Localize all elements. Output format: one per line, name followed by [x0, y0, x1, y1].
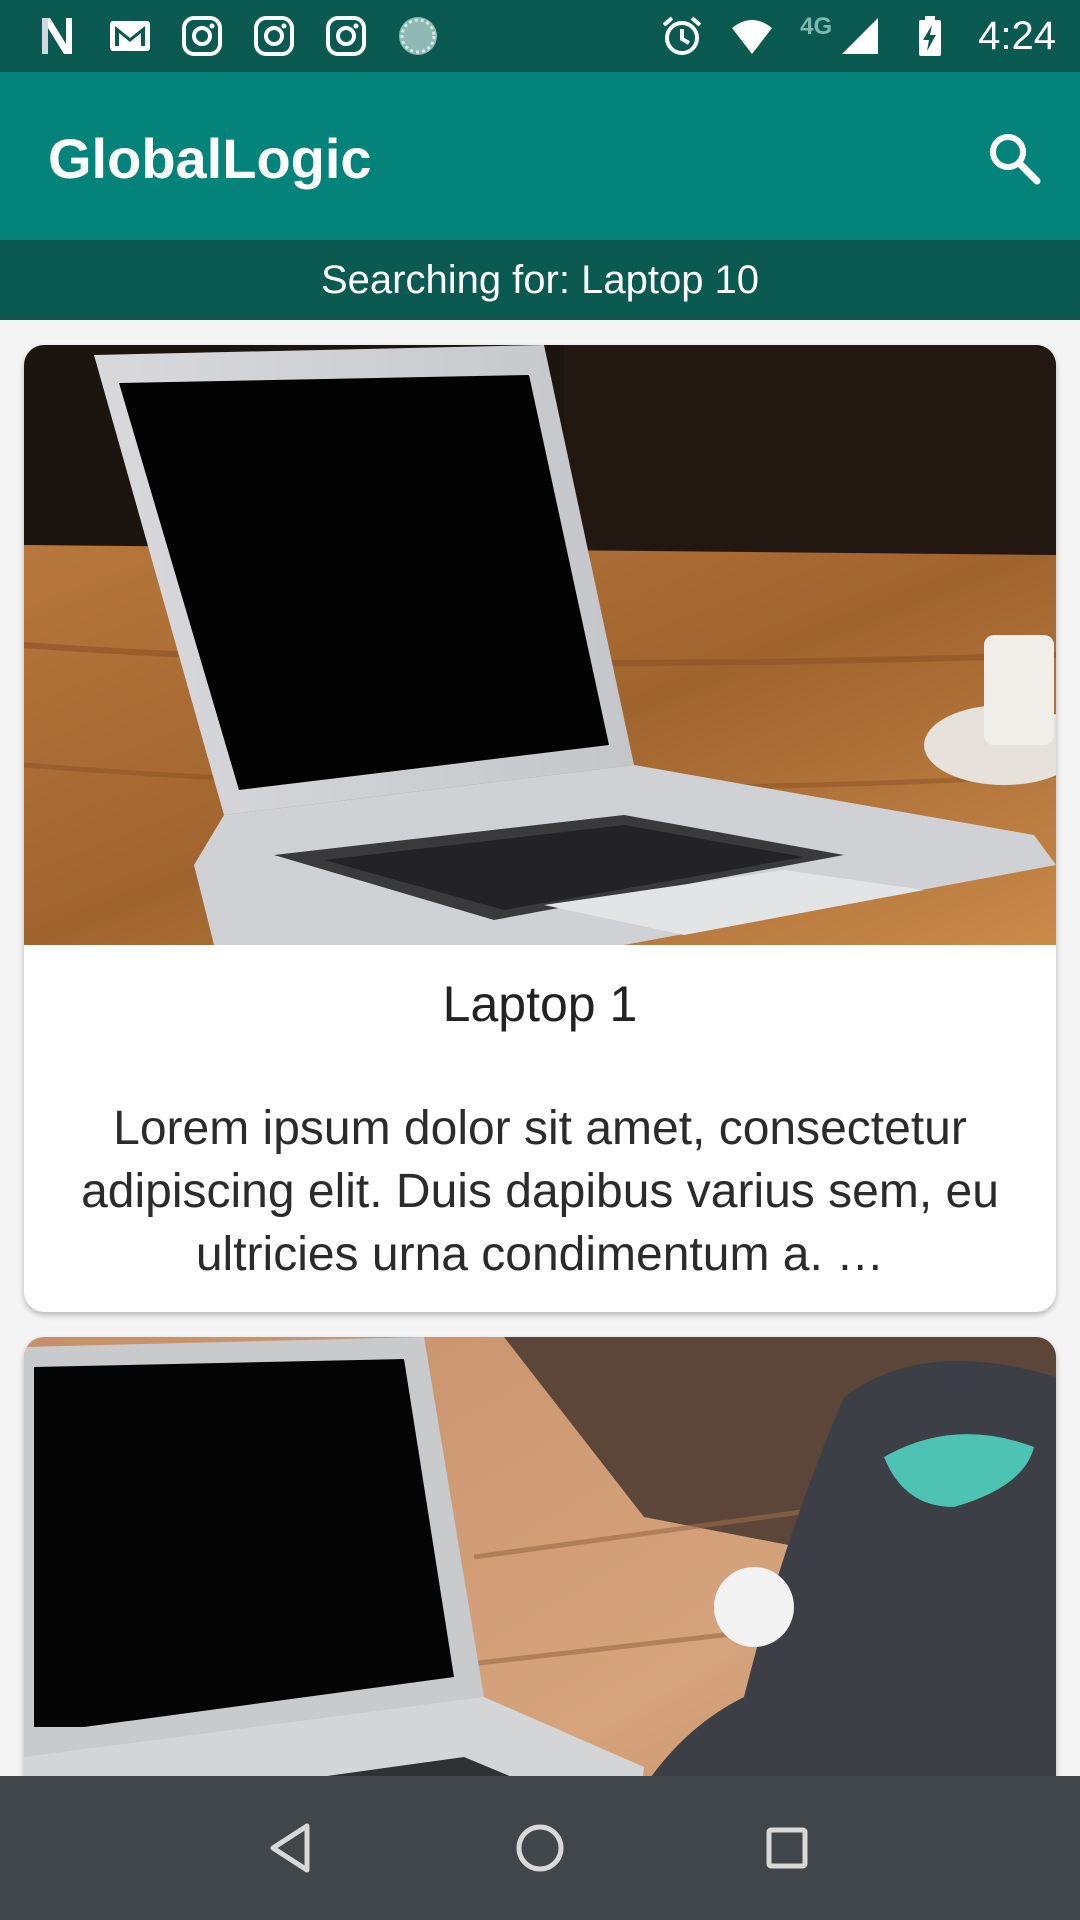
- signal-icon: [838, 14, 882, 58]
- n-icon: [36, 14, 80, 58]
- home-icon: [516, 1824, 564, 1872]
- loading-icon: [396, 14, 440, 58]
- notification-icons: [36, 0, 440, 72]
- network-type: 4G: [800, 13, 833, 40]
- app-title: GlobalLogic: [48, 127, 372, 190]
- battery-charging-icon: [908, 14, 952, 58]
- search-status-banner: Searching for: Laptop 10: [0, 240, 1080, 320]
- product-title: Laptop 1: [442, 976, 638, 1032]
- system-icons: 4G 4:24: [660, 0, 1056, 72]
- search-button[interactable]: [982, 126, 1046, 190]
- home-button[interactable]: [495, 1803, 585, 1893]
- wifi-icon: [730, 14, 774, 58]
- instagram-icon: [324, 14, 368, 58]
- recents-button[interactable]: [742, 1803, 832, 1893]
- app-bar: GlobalLogic: [0, 72, 1080, 240]
- product-description: Lorem ipsum dolor sit amet, consectetur …: [81, 1102, 999, 1281]
- back-button[interactable]: [248, 1803, 338, 1893]
- screen: 4G 4:24 GlobalLogic Searching for: Lapto…: [0, 0, 1080, 1920]
- instagram-icon: [252, 14, 296, 58]
- search-icon: [990, 134, 1041, 185]
- back-icon: [270, 1823, 310, 1873]
- clock: 4:24: [978, 13, 1056, 58]
- search-status-text: Searching for: Laptop 10: [320, 257, 760, 302]
- navigation-bar: [0, 1776, 1080, 1920]
- product-image: [24, 345, 1056, 945]
- alarm-icon: [660, 14, 704, 58]
- recents-icon: [766, 1827, 808, 1869]
- product-card[interactable]: Laptop 1 Lorem ipsum dolor sit amet, con…: [24, 345, 1056, 1312]
- gmail-icon: [108, 14, 152, 58]
- instagram-icon: [180, 14, 224, 58]
- status-bar: 4G 4:24: [0, 0, 1080, 72]
